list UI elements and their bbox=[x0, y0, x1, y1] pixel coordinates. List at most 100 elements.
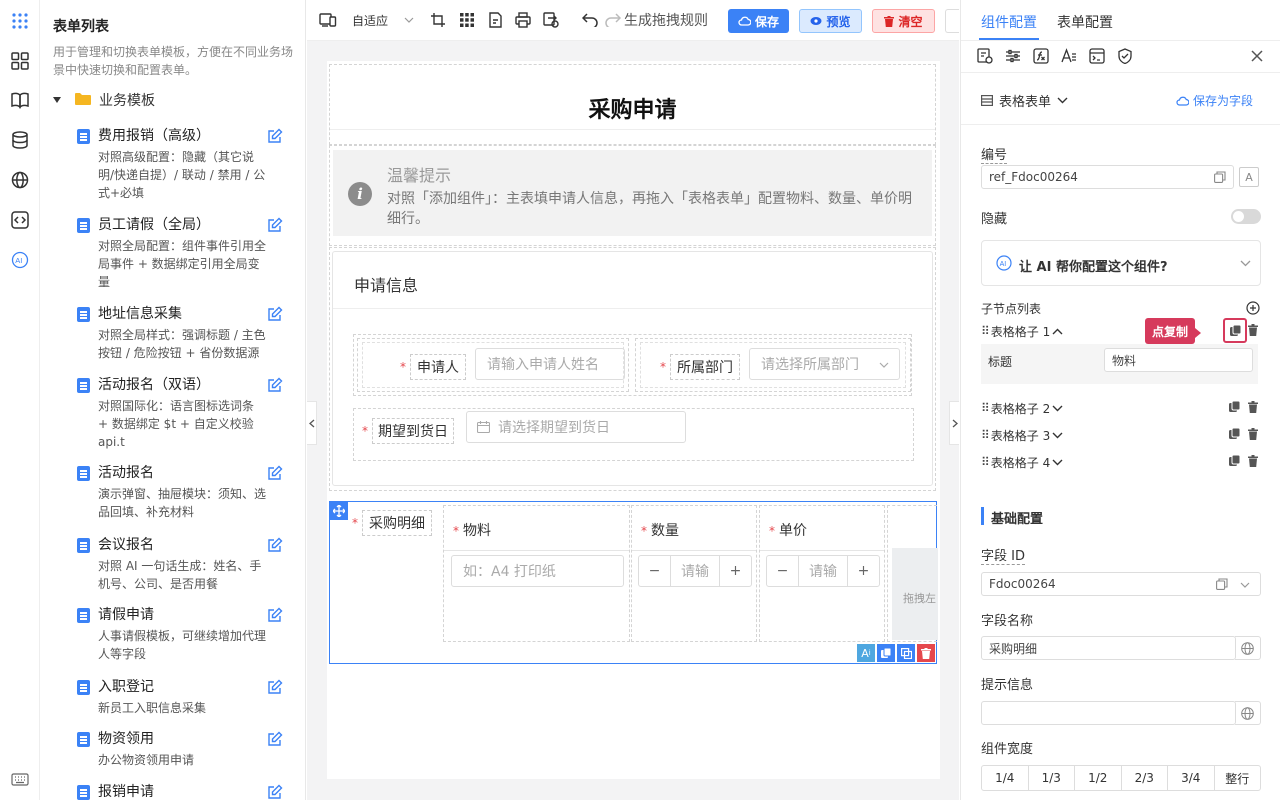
apps-dots-icon[interactable] bbox=[10, 11, 30, 31]
width-option[interactable]: 整行 bbox=[1213, 766, 1261, 790]
globe-icon[interactable] bbox=[10, 170, 30, 190]
edit-icon[interactable] bbox=[267, 537, 283, 553]
collapse-right-handle[interactable] bbox=[949, 401, 959, 445]
clear-button[interactable]: 清空 bbox=[872, 9, 935, 33]
font-icon[interactable]: A bbox=[1239, 167, 1259, 187]
section-block[interactable]: 申请信息 * 申请人 请输入申请人姓名 * 所属部门 请选择所属部门 * 期望到… bbox=[329, 247, 936, 491]
table-form-selected[interactable]: * 采购明细 * 物料 如：A4 打印纸 * 数量 − 请输 + * 单价 − … bbox=[329, 501, 938, 664]
dept-field[interactable]: * 所属部门 请选择所属部门 bbox=[635, 338, 911, 392]
edit-icon[interactable] bbox=[267, 731, 283, 747]
undo-icon[interactable] bbox=[582, 10, 598, 30]
text-style-icon[interactable] bbox=[1061, 48, 1077, 64]
plus-icon[interactable]: + bbox=[847, 556, 879, 586]
field-id-select[interactable]: Fdoc00264 bbox=[981, 572, 1261, 596]
device-icon[interactable] bbox=[319, 10, 337, 30]
table-cell-quantity[interactable]: * 数量 − 请输 + bbox=[631, 505, 757, 642]
tab-form-config[interactable]: 表单配置 bbox=[1057, 12, 1113, 32]
copy-icon[interactable] bbox=[877, 644, 895, 662]
trash-icon[interactable] bbox=[1248, 428, 1258, 440]
child-row-4[interactable]: ⠿ 表格格子 4 bbox=[981, 452, 1261, 472]
edit-icon[interactable] bbox=[267, 465, 283, 481]
chevron-up-icon[interactable] bbox=[1052, 328, 1063, 335]
layout-mode-select[interactable]: 自适应 bbox=[352, 10, 414, 30]
applicant-input[interactable]: 请输入申请人姓名 bbox=[475, 348, 625, 380]
grid-icon[interactable] bbox=[10, 51, 30, 71]
print-icon[interactable] bbox=[515, 10, 531, 30]
settings-doc-icon[interactable] bbox=[977, 48, 993, 64]
trash-icon[interactable] bbox=[1248, 455, 1258, 467]
trash-icon[interactable] bbox=[1248, 324, 1258, 336]
chevron-down-icon[interactable] bbox=[1052, 459, 1063, 466]
minus-icon[interactable]: − bbox=[767, 556, 799, 586]
delete-icon[interactable] bbox=[917, 644, 935, 662]
applicant-field[interactable]: * 申请人 请输入申请人姓名 bbox=[357, 338, 629, 392]
ai-config-card[interactable]: AI 让 AI 帮你配置这个组件? bbox=[981, 240, 1261, 286]
code-window-icon[interactable] bbox=[1089, 48, 1105, 64]
save-button[interactable]: 保存 bbox=[728, 9, 789, 33]
chevron-down-icon[interactable] bbox=[1052, 432, 1063, 439]
copy-icon[interactable] bbox=[1229, 428, 1241, 440]
drop-zone[interactable]: 拖拽左 bbox=[887, 505, 938, 642]
folder-business-templates[interactable]: 业务模板 bbox=[53, 90, 155, 110]
edit-icon[interactable] bbox=[267, 217, 283, 233]
title-block[interactable]: 采购申请 bbox=[329, 64, 936, 145]
preview-button[interactable]: 预览 bbox=[799, 9, 862, 33]
hint-input[interactable] bbox=[981, 701, 1236, 725]
width-option[interactable]: 2/3 bbox=[1120, 766, 1168, 790]
id-input[interactable]: ref_Fdoc00264 bbox=[981, 165, 1234, 189]
grid-layout-icon[interactable] bbox=[459, 10, 475, 30]
material-input[interactable]: 如：A4 打印纸 bbox=[451, 555, 624, 587]
edit-icon[interactable] bbox=[267, 377, 283, 393]
width-option[interactable]: 1/3 bbox=[1027, 766, 1075, 790]
drag-handle-icon[interactable]: ⠿ bbox=[981, 428, 990, 442]
child-row-1[interactable]: ⠿ 表格格子 1 bbox=[981, 321, 1261, 341]
ai-icon[interactable]: AI bbox=[10, 250, 30, 270]
edit-icon[interactable] bbox=[267, 679, 283, 695]
width-option[interactable]: 1/4 bbox=[982, 766, 1028, 790]
copy-icon[interactable] bbox=[1216, 578, 1228, 590]
edit-icon[interactable] bbox=[487, 10, 503, 30]
edit-icon[interactable] bbox=[267, 784, 283, 800]
drag-move-icon[interactable] bbox=[330, 502, 348, 520]
width-option[interactable]: 3/4 bbox=[1167, 766, 1214, 790]
field-name-i18n[interactable] bbox=[1235, 636, 1261, 660]
copy-icon[interactable] bbox=[1214, 171, 1226, 183]
table-cell-material[interactable]: * 物料 如：A4 打印纸 bbox=[443, 505, 630, 642]
drag-handle-icon[interactable]: ⠿ bbox=[981, 455, 990, 469]
more-button[interactable] bbox=[945, 9, 959, 33]
child-copy-highlighted[interactable] bbox=[1223, 318, 1247, 343]
width-option[interactable]: 1/2 bbox=[1074, 766, 1121, 790]
book-icon[interactable] bbox=[10, 90, 30, 110]
plus-icon[interactable]: + bbox=[719, 556, 751, 586]
minus-icon[interactable]: − bbox=[639, 556, 671, 586]
trash-icon[interactable] bbox=[1248, 401, 1258, 413]
copy-icon[interactable] bbox=[1229, 401, 1241, 413]
copy-icon[interactable] bbox=[1229, 455, 1241, 467]
date-picker[interactable]: 请选择期望到货日 bbox=[466, 411, 686, 443]
component-type-select[interactable]: 表格表单 bbox=[981, 91, 1068, 110]
add-circle-icon[interactable] bbox=[1246, 301, 1260, 315]
save-as-field-link[interactable]: 保存为字段 bbox=[1176, 92, 1253, 109]
crop-icon[interactable] bbox=[430, 10, 446, 30]
keyboard-icon[interactable] bbox=[10, 770, 30, 790]
import-icon[interactable] bbox=[543, 10, 559, 30]
edit-icon[interactable] bbox=[267, 607, 283, 623]
code-icon[interactable] bbox=[10, 210, 30, 230]
collapse-left-handle[interactable] bbox=[307, 401, 317, 445]
ai-action-icon[interactable]: Ai bbox=[857, 644, 875, 662]
drag-handle-icon[interactable]: ⠿ bbox=[981, 401, 990, 415]
hint-i18n[interactable] bbox=[1235, 701, 1261, 725]
database-icon[interactable] bbox=[10, 130, 30, 150]
chevron-down-icon[interactable] bbox=[1052, 405, 1063, 412]
notice-block[interactable]: i 温馨提示 对照「添加组件」：主表填申请人信息，再拖入「表格表单」配置物料、数… bbox=[329, 145, 936, 246]
edit-icon[interactable] bbox=[267, 128, 283, 144]
table-cell-price[interactable]: * 单价 − 请输 + bbox=[759, 505, 885, 642]
price-stepper[interactable]: − 请输 + bbox=[766, 555, 880, 587]
date-field[interactable]: * 期望到货日 请选择期望到货日 bbox=[353, 408, 914, 461]
sliders-icon[interactable] bbox=[1005, 48, 1021, 64]
close-icon[interactable] bbox=[1251, 50, 1263, 62]
child-title-input[interactable]: 物料 bbox=[1104, 348, 1253, 372]
child-row-3[interactable]: ⠿ 表格格子 3 bbox=[981, 425, 1261, 445]
generate-rules-button[interactable]: 生成拖拽规则 bbox=[605, 10, 708, 30]
quantity-stepper[interactable]: − 请输 + bbox=[638, 555, 752, 587]
